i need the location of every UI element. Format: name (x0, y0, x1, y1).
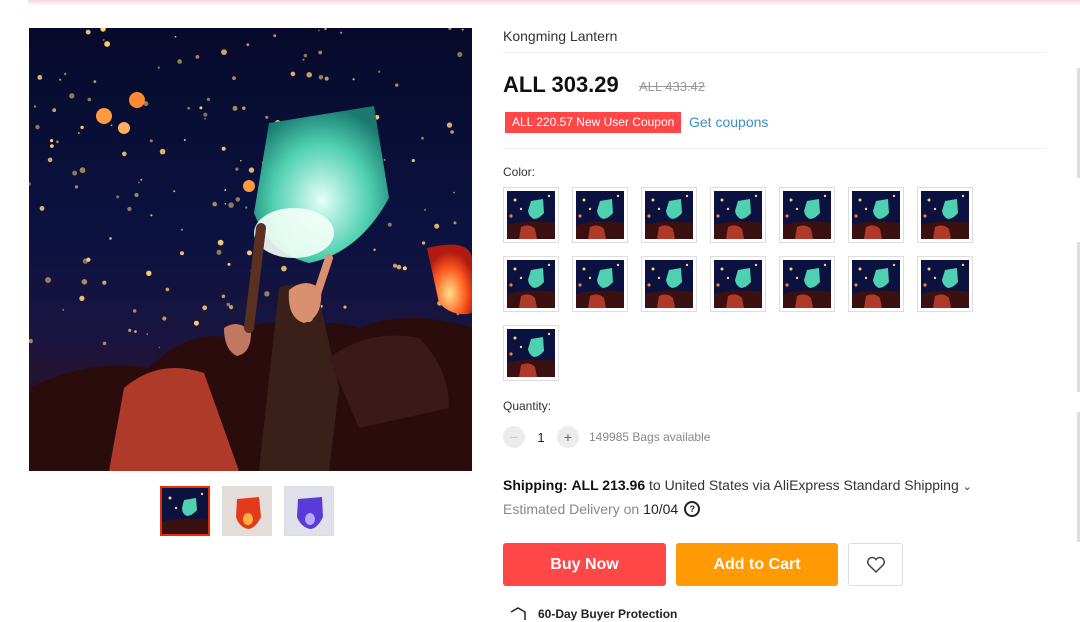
coupon-badge: ALL 220.57 New User Coupon (505, 112, 682, 133)
swatch-thumbnail (714, 260, 762, 308)
quantity-label: Quantity: (503, 399, 552, 413)
shipping-price: ALL 213.96 (571, 477, 646, 493)
quantity-value[interactable]: 1 (525, 430, 557, 445)
shipping-info: Shipping: ALL 213.96 to United States vi… (503, 477, 972, 493)
color-swatch[interactable] (503, 325, 559, 381)
swatch-thumbnail (576, 260, 624, 308)
product-title: Kongming Lantern (503, 28, 618, 44)
swatch-thumbnail (921, 260, 969, 308)
swatch-thumbnail (645, 260, 693, 308)
color-swatch[interactable] (779, 187, 835, 243)
add-to-cart-button[interactable]: Add to Cart (676, 543, 838, 586)
swatch-thumbnail (714, 191, 762, 239)
swatch-thumbnail (645, 191, 693, 239)
color-swatch[interactable] (503, 187, 559, 243)
swatch-thumbnail (783, 260, 831, 308)
color-swatch[interactable] (848, 256, 904, 312)
thumbnail-strip (160, 486, 334, 536)
heart-icon (866, 556, 885, 573)
delivery-estimate: Estimated Delivery on 10/04 ? (503, 501, 701, 517)
color-swatch[interactable] (572, 256, 628, 312)
swatch-thumbnail (576, 191, 624, 239)
swatch-thumbnail (852, 191, 900, 239)
swatch-thumbnail (507, 260, 555, 308)
color-swatch[interactable] (710, 256, 766, 312)
color-swatch[interactable] (503, 256, 559, 312)
buy-now-button[interactable]: Buy Now (503, 543, 666, 586)
chevron-down-icon[interactable]: ⌄ (963, 481, 972, 493)
lantern-photo (29, 28, 472, 471)
wishlist-button[interactable] (848, 543, 903, 586)
plus-icon[interactable]: + (557, 426, 579, 448)
original-price: ALL 433.42 (639, 79, 706, 94)
quantity-stepper: − 1 + 149985 Bags available (503, 426, 710, 448)
divider (503, 52, 1046, 53)
header-shadow (28, 0, 1080, 6)
delivery-date: 10/04 (643, 501, 679, 517)
swatch-thumbnail (921, 191, 969, 239)
swatch-thumbnail (783, 191, 831, 239)
color-swatch[interactable] (917, 256, 973, 312)
current-price: ALL 303.29 (503, 72, 619, 97)
color-swatch[interactable] (710, 187, 766, 243)
delivery-label: Estimated Delivery on (503, 501, 640, 517)
color-label: Color: (503, 165, 536, 179)
thumbnail-lantern-teal[interactable] (160, 486, 210, 536)
buyer-protection-label: 60-Day Buyer Protection (538, 607, 678, 621)
minus-icon[interactable]: − (503, 426, 525, 448)
swatch-thumbnail (852, 260, 900, 308)
swatch-thumbnail (507, 191, 555, 239)
color-swatch[interactable] (779, 256, 835, 312)
swatch-thumbnail (507, 329, 555, 377)
color-swatch[interactable] (917, 187, 973, 243)
get-coupons-link[interactable]: Get coupons (689, 114, 768, 130)
color-swatch[interactable] (572, 187, 628, 243)
availability-text: 149985 Bags available (589, 430, 711, 444)
thumbnail-lantern-purple[interactable] (284, 486, 334, 536)
thumbnail-lantern-red[interactable] (222, 486, 272, 536)
color-swatch[interactable] (848, 187, 904, 243)
shipping-label: Shipping: (503, 477, 568, 493)
question-icon[interactable]: ? (684, 501, 701, 517)
color-swatch[interactable] (641, 256, 697, 312)
color-swatch[interactable] (641, 187, 697, 243)
shipping-destination[interactable]: to United States via AliExpress Standard… (649, 477, 959, 493)
divider (503, 148, 1046, 149)
main-product-image[interactable] (29, 28, 472, 471)
